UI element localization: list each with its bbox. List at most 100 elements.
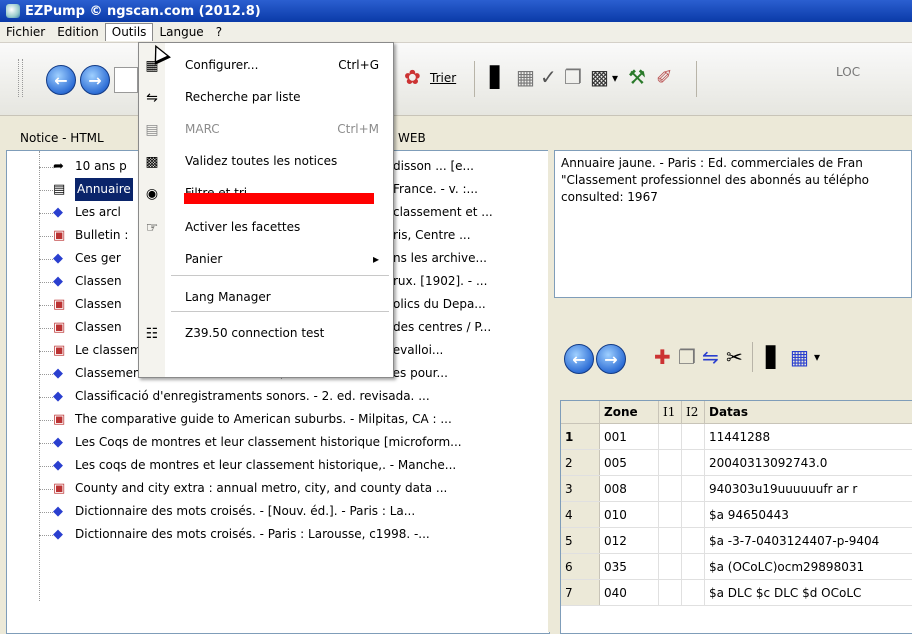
grid-cell[interactable]: $a DLC $c DLC $d OCoLC [705, 580, 912, 606]
back-button[interactable]: ← [46, 65, 76, 95]
bookmark-icon: ◆ [53, 527, 69, 543]
dropdown-arrow-icon[interactable]: ▾ [612, 71, 618, 85]
tree-item[interactable]: ◆Classificació d'enregistraments sonors.… [7, 385, 547, 408]
trash-icon[interactable]: ▩ [590, 66, 609, 88]
grid-cell[interactable] [659, 450, 682, 476]
menu-item[interactable]: ▤MARCCtrl+M [139, 115, 393, 145]
menu-item[interactable]: ☷Z39.50 connection test [139, 319, 393, 349]
grid-cell[interactable]: 005 [600, 450, 659, 476]
grid-cell[interactable] [659, 528, 682, 554]
tools-icon[interactable]: ⚒ [628, 66, 646, 88]
grid-cell[interactable]: $a 94650443 [705, 502, 912, 528]
row-index: 7 [561, 580, 600, 606]
brush-icon[interactable]: ✐ [656, 66, 673, 88]
tree-item[interactable]: ◆Les coqs de montres et leur classement … [7, 454, 547, 477]
marc-back-button[interactable]: ← [564, 344, 594, 374]
grid-cell[interactable]: $a -3-7-0403124407-p-9404 [705, 528, 912, 554]
grid-cell[interactable] [659, 502, 682, 528]
bookmark-icon: ◆ [53, 504, 69, 520]
row-index: 6 [561, 554, 600, 580]
grid-cell[interactable] [682, 502, 705, 528]
menu-item[interactable]: Panier▸ [139, 245, 393, 275]
grid-cell[interactable] [682, 424, 705, 450]
hand-facets-icon: ☞ [143, 219, 161, 237]
list-arrows-icon[interactable]: ⇋ [702, 346, 719, 368]
tab-notice-html[interactable]: Notice - HTML [20, 131, 104, 145]
marc-fields-grid[interactable]: Zone I1 I2 Datas 10011144128820052004031… [560, 400, 912, 634]
menu-fichier[interactable]: Fichier [0, 23, 51, 41]
grid-cell[interactable]: 012 [600, 528, 659, 554]
menu-item[interactable]: ☞Activer les facettes [139, 213, 393, 243]
tree-item[interactable]: ◆Dictionnaire des mots croisés. - Paris … [7, 523, 547, 546]
dropdown-arrow-icon[interactable]: ▾ [814, 350, 820, 364]
tree-item[interactable]: ◆Dictionnaire des mots croisés. - [Nouv.… [7, 500, 547, 523]
grid-cell[interactable] [682, 554, 705, 580]
forward-button[interactable]: → [80, 65, 110, 95]
grid-cell[interactable] [659, 580, 682, 606]
table-row[interactable]: 7040 $a DLC $c DLC $d OCoLC [561, 580, 912, 606]
menu-outils[interactable]: Outils [105, 23, 154, 41]
grid-cell[interactable] [682, 528, 705, 554]
checkmark-icon[interactable]: ✓ [540, 66, 557, 88]
menu-item[interactable]: ⇋Recherche par liste [139, 83, 393, 113]
grid-header-datas[interactable]: Datas [705, 401, 912, 424]
marc-forward-button[interactable]: → [596, 344, 626, 374]
grid-cell[interactable]: 040 [600, 580, 659, 606]
bar-chart-icon[interactable]: ▋ [490, 66, 505, 88]
tree-item-label: Les arcl [75, 201, 121, 224]
copy-icon[interactable]: ❐ [564, 66, 582, 88]
menu-help[interactable]: ? [210, 23, 228, 41]
bar-chart-icon[interactable]: ▋ [766, 346, 781, 368]
table-icon[interactable]: ▦ [790, 346, 809, 368]
grid-cell[interactable]: 010 [600, 502, 659, 528]
sort-icon[interactable]: ✿ [404, 66, 421, 88]
add-field-icon[interactable]: ✚ [654, 346, 671, 368]
table-row[interactable]: 5012$a -3-7-0403124407-p-9404 [561, 528, 912, 554]
loc-label[interactable]: LOC [836, 65, 860, 79]
menu-item-label: Configurer... [185, 58, 258, 72]
grid-cell[interactable]: 001 [600, 424, 659, 450]
menu-item[interactable]: ▦Configurer...Ctrl+G [139, 51, 393, 81]
grid-cell[interactable] [682, 476, 705, 502]
menu-langue[interactable]: Langue [153, 23, 209, 41]
grid-cell[interactable]: 035 [600, 554, 659, 580]
grid-cell[interactable]: 940303u19uuuuuufr ar r [705, 476, 912, 502]
tree-item[interactable]: ▣County and city extra : annual metro, c… [7, 477, 547, 500]
table-row[interactable]: 3008940303u19uuuuuufr ar r [561, 476, 912, 502]
table-row[interactable]: 4010$a 94650443 [561, 502, 912, 528]
tab-web[interactable]: WEB [398, 131, 426, 145]
menu-item-shortcut: Ctrl+G [338, 58, 379, 72]
grid-cell[interactable] [682, 450, 705, 476]
document-icon[interactable]: ▦ [516, 66, 535, 88]
list-arrows-icon: ⇋ [143, 89, 161, 107]
toolbar-grip[interactable] [18, 59, 23, 97]
tree-item[interactable]: ◆Les Coqs de montres et leur classement … [7, 431, 547, 454]
grid-cell[interactable]: $a (OCoLC)ocm29898031 [705, 554, 912, 580]
grid-cell[interactable]: 20040313092743.0 [705, 450, 912, 476]
grid-cell[interactable]: 008 [600, 476, 659, 502]
notice-line: "Classement professionnel des abonnés au… [561, 172, 905, 189]
grid-header-i2[interactable]: I2 [682, 401, 705, 424]
grid-cell[interactable]: 11441288 [705, 424, 912, 450]
grid-cell[interactable] [659, 554, 682, 580]
menu-item-label: Panier [185, 252, 222, 266]
grid-cell[interactable] [682, 580, 705, 606]
grid-header-zone[interactable]: Zone [600, 401, 659, 424]
tree-connector [39, 454, 53, 467]
sort-button-label[interactable]: Trier [430, 71, 456, 85]
copy-field-icon[interactable]: ❐ [678, 346, 696, 368]
tree-item[interactable]: ▣The comparative guide to American subur… [7, 408, 547, 431]
book-icon: ▤ [53, 182, 69, 198]
grid-cell[interactable] [659, 424, 682, 450]
menu-item[interactable]: ▩Validez toutes les notices [139, 147, 393, 177]
table-row[interactable]: 6035 $a (OCoLC)ocm29898031 [561, 554, 912, 580]
grid-cell[interactable] [659, 476, 682, 502]
menu-edition[interactable]: Edition [51, 23, 105, 41]
scissors-icon[interactable]: ✂ [726, 346, 743, 368]
grid-header-i1[interactable]: I1 [659, 401, 682, 424]
search-box-stub[interactable] [114, 67, 138, 93]
menu-item[interactable]: Lang Manager [139, 283, 393, 313]
table-row[interactable]: 100111441288 [561, 424, 912, 450]
table-row[interactable]: 200520040313092743.0 [561, 450, 912, 476]
tree-connector [39, 247, 53, 260]
